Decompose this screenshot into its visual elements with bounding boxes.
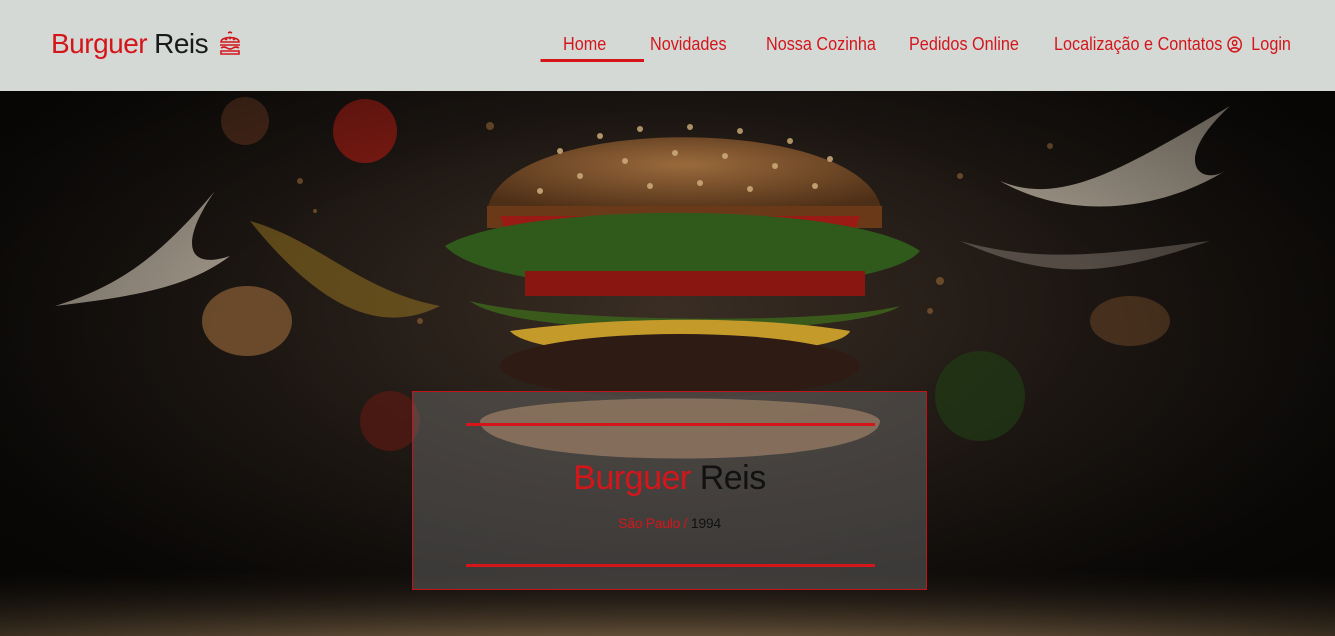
burger-icon bbox=[218, 31, 242, 57]
nav-item-novidades[interactable]: Novidades bbox=[650, 34, 727, 55]
brand-name-part1: Burguer bbox=[51, 28, 148, 59]
hero-title-part2: Reis bbox=[699, 459, 767, 497]
card-bottom-divider bbox=[466, 564, 875, 567]
brand-logo[interactable]: Burguer Reis bbox=[51, 28, 242, 60]
login-label: Login bbox=[1251, 34, 1291, 54]
navbar: Burguer Reis Home Novidades Nossa Cozinh… bbox=[0, 0, 1335, 91]
user-circle-icon bbox=[1227, 36, 1243, 53]
nav-item-home[interactable]: Home bbox=[540, 34, 645, 62]
nav-item-pedidos-online[interactable]: Pedidos Online bbox=[909, 34, 1019, 55]
hero-title-card: Burguer Reis São Paulo / 1994 bbox=[412, 391, 927, 590]
nav-item-localizacao-contatos[interactable]: Localização e Contatos bbox=[1054, 34, 1222, 55]
login-link[interactable]: Login bbox=[1227, 34, 1291, 55]
brand-name-part2: Reis bbox=[154, 28, 209, 59]
hero-subtitle: São Paulo / 1994 bbox=[413, 515, 926, 531]
hero-title: Burguer Reis bbox=[413, 459, 926, 498]
hero-title-part1: Burguer bbox=[573, 459, 691, 497]
hero-subtitle-location: São Paulo / bbox=[618, 515, 688, 531]
hero-banner: Burguer Reis São Paulo / 1994 bbox=[0, 91, 1335, 636]
hero-subtitle-year: 1994 bbox=[690, 515, 721, 531]
card-top-divider bbox=[466, 423, 875, 426]
nav-item-nossa-cozinha[interactable]: Nossa Cozinha bbox=[766, 34, 876, 55]
